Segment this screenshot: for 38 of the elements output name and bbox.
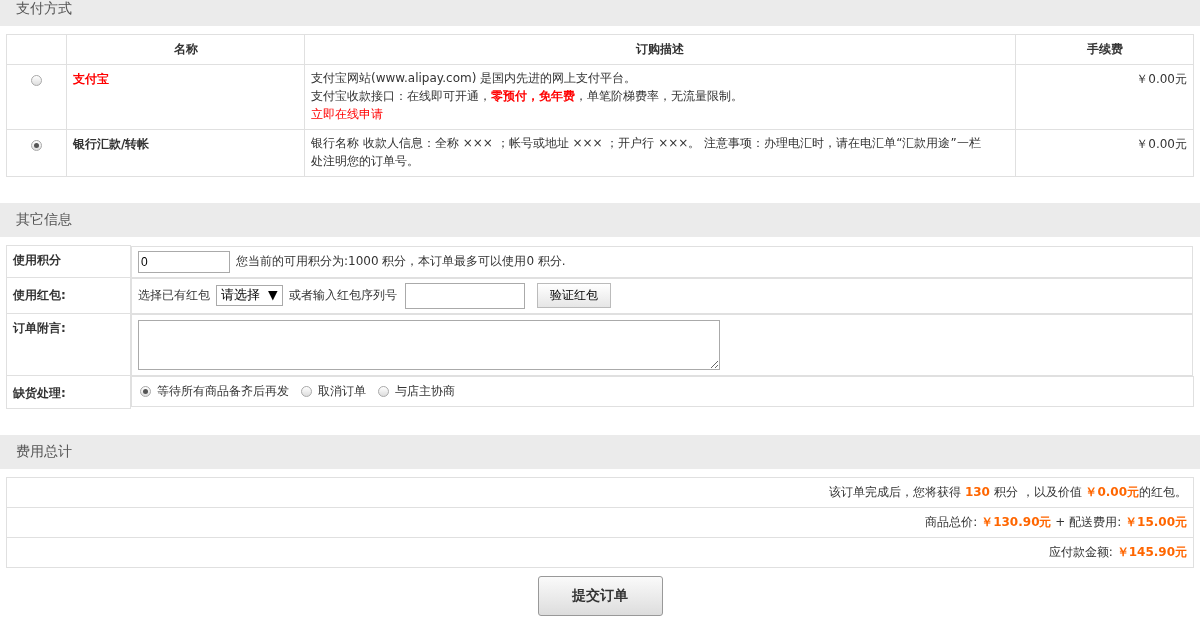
field-label: 使用积分 bbox=[6, 245, 131, 278]
points-note: 您当前的可用积分为:1000 积分，本订单最多可以使用0 积分. bbox=[236, 253, 566, 270]
fee-amount: ￥0.00元 bbox=[1136, 137, 1187, 151]
radio-button[interactable] bbox=[31, 75, 42, 86]
submit-button[interactable]: 提交订单 bbox=[537, 576, 663, 616]
field-label: 缺货处理: bbox=[6, 375, 131, 409]
payment-name: 银行汇款/转帐 bbox=[73, 137, 150, 151]
radio-button[interactable] bbox=[301, 385, 312, 397]
section-header: 其它信息 bbox=[0, 203, 1200, 237]
field-label: 使用红包: bbox=[6, 277, 131, 314]
serial-input[interactable] bbox=[404, 282, 525, 309]
field-label: 订单附言: bbox=[6, 313, 131, 376]
option-label: 取消订单 bbox=[318, 382, 366, 400]
section-header: 费用总计 bbox=[0, 435, 1200, 469]
radio-button[interactable] bbox=[378, 385, 389, 397]
payment-description: 支付宝收款接口：在线即可开通，零预付，免年费，单笔阶梯费率，无流量限制。 bbox=[311, 88, 744, 105]
points-input[interactable]: 0 bbox=[138, 250, 230, 273]
apply-link[interactable]: 立即在线申请 bbox=[311, 105, 383, 123]
column-header: 订购描述 bbox=[304, 34, 1016, 65]
option-label: 与店主协商 bbox=[395, 382, 455, 400]
section-header: 支付方式 bbox=[0, 0, 1200, 26]
payment-description: 支付宝网站(www.alipay.com) 是国内先进的网上支付平台。 bbox=[311, 70, 638, 87]
fee-amount: ￥0.00元 bbox=[1136, 72, 1187, 86]
radio-button[interactable] bbox=[31, 140, 42, 151]
column-header: 手续费 bbox=[1015, 34, 1194, 65]
bonus-select[interactable]: 请选择 ▼ bbox=[216, 285, 283, 306]
payment-description: 银行名称 收款人信息：全称 ××× ；帐号或地址 ××× ；开户行 ×××。 注意事项：办理电汇时，请在电汇单“汇款用途”一栏处注明您的订单号。 bbox=[311, 135, 982, 170]
message-field[interactable] bbox=[138, 319, 720, 370]
option-label: 等待所有商品备齐后再发 bbox=[157, 382, 289, 400]
serial-label: 或者输入红包序列号 bbox=[288, 287, 397, 304]
radio-button[interactable] bbox=[140, 385, 151, 397]
select-label: 选择已有红包 bbox=[138, 287, 210, 304]
column-header: 名称 bbox=[66, 34, 305, 65]
total-line: 应付款金额: ￥145.90元 bbox=[1048, 545, 1187, 559]
total-line: 商品总价: ￥130.90元 + 配送费用: ￥15.00元 bbox=[925, 515, 1187, 529]
payment-name: 支付宝 bbox=[73, 72, 109, 86]
verify-button[interactable]: 验证红包 bbox=[536, 283, 611, 308]
total-line: 该订单完成后，您将获得 130 积分 ，以及价值 ￥0.00元的红包。 bbox=[829, 485, 1187, 499]
